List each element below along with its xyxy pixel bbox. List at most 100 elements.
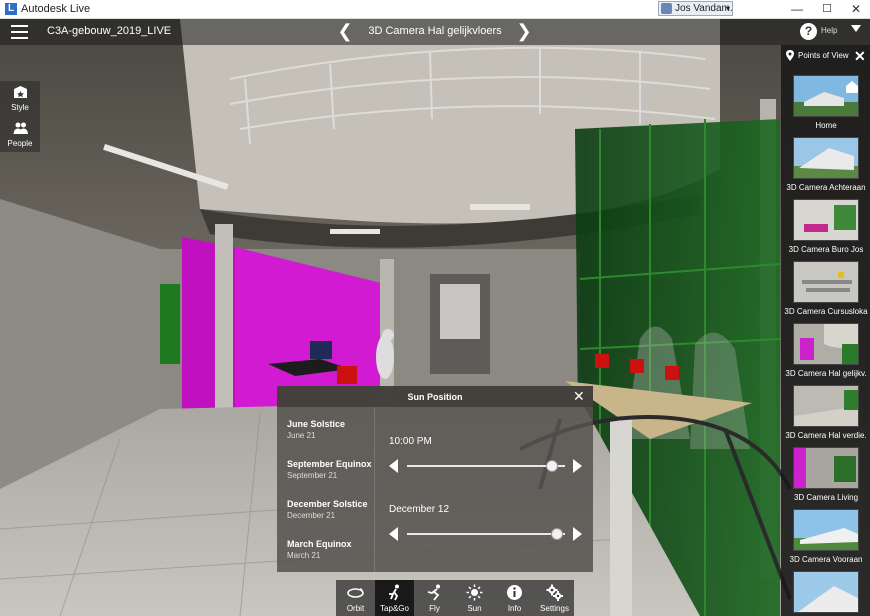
preset-date: December 21 (287, 511, 336, 520)
date-slider[interactable] (389, 527, 585, 541)
pov-thumbnail (793, 509, 859, 551)
hamburger-menu-icon[interactable] (11, 25, 28, 39)
pov-item-living[interactable]: 3D Camera Living (786, 447, 866, 509)
close-sun-panel-button[interactable]: ✕ (573, 388, 585, 405)
tap-go-button[interactable]: Tap&Go (375, 580, 414, 616)
points-of-view-panel: Points of View ✕ Home 3D Camera Achteraa… (781, 45, 870, 616)
style-tool-label: Style (11, 103, 29, 112)
navigation-toolbar: Orbit Tap&Go Fly Sun Info Settings (336, 580, 574, 616)
settings-icon (546, 584, 563, 601)
tap-go-label: Tap&Go (380, 604, 409, 613)
maximize-button[interactable]: ☐ (812, 0, 842, 18)
user-avatar-icon (661, 3, 672, 14)
date-slider-track[interactable] (407, 533, 565, 535)
pov-label: 3D Camera Hal gelijkv. (785, 369, 867, 378)
preset-date: June 21 (287, 431, 316, 440)
date-decrease-arrow-icon[interactable] (389, 527, 398, 541)
style-tool-button[interactable]: Style (0, 81, 40, 115)
3d-viewport[interactable]: C3A-gebouw_2019_LIVE ❮ 3D Camera Hal gel… (0, 19, 870, 616)
pov-item-cursusloka[interactable]: 3D Camera Cursusloka (784, 261, 868, 323)
time-increase-arrow-icon[interactable] (573, 459, 582, 473)
previous-view-button[interactable]: ❮ (337, 21, 353, 41)
pov-thumbnail (793, 261, 859, 303)
date-increase-arrow-icon[interactable] (573, 527, 582, 541)
pov-thumbnail (793, 323, 859, 365)
pov-item-hal-verdieping[interactable]: 3D Camera Hal verdie. (785, 385, 867, 447)
points-of-view-title: Points of View (798, 51, 849, 60)
pov-label: 3D Camera Living (793, 493, 859, 502)
orbit-icon (347, 588, 364, 598)
pov-label: 3D Camera Vooraan (789, 555, 863, 564)
project-title: C3A-gebouw_2019_LIVE (47, 25, 172, 37)
people-tool-button[interactable]: People (0, 117, 40, 151)
info-button[interactable]: Info (495, 580, 534, 616)
preset-september-equinox[interactable]: September Equinox September 21 (287, 459, 375, 493)
pov-thumbnail (793, 571, 859, 613)
user-account-dropdown[interactable]: Jos Vandam... ▾ (658, 1, 733, 16)
preset-june-solstice[interactable]: June Solstice June 21 (287, 419, 375, 453)
style-icon (14, 86, 27, 98)
left-tool-panel: Style People (0, 81, 40, 152)
map-pin-icon (786, 50, 794, 61)
close-points-of-view-button[interactable]: ✕ (854, 48, 866, 65)
pov-label: Home (815, 121, 837, 130)
settings-label: Settings (540, 604, 569, 613)
time-slider-thumb[interactable] (545, 460, 558, 472)
preset-march-equinox[interactable]: March Equinox March 21 (287, 539, 375, 573)
date-slider-thumb[interactable] (551, 528, 564, 540)
next-view-button[interactable]: ❯ (516, 21, 532, 41)
points-of-view-header: Points of View ✕ (781, 45, 870, 67)
minimize-button[interactable]: — (782, 0, 812, 18)
fly-label: Fly (429, 604, 440, 613)
preset-name: December Solstice (287, 499, 368, 509)
window-close-button[interactable]: ✕ (841, 0, 870, 18)
sun-position-header: Sun Position ✕ (277, 386, 593, 407)
preset-name: March Equinox (287, 539, 352, 549)
window-title: Autodesk Live (21, 3, 91, 15)
pov-thumbnail (793, 137, 859, 179)
preset-name: September Equinox (287, 459, 372, 469)
pov-label: 3D Camera Buro Jos (788, 245, 864, 254)
chevron-down-icon: ▾ (725, 4, 730, 13)
time-value: 10:00 PM (389, 436, 432, 447)
pov-label: 3D Camera Hal verdie. (785, 431, 867, 440)
app-top-bar: C3A-gebouw_2019_LIVE ❮ 3D Camera Hal gel… (0, 19, 870, 45)
sun-button[interactable]: Sun (455, 580, 494, 616)
pov-label: 3D Camera Achteraan (786, 183, 866, 192)
fly-icon (427, 584, 440, 601)
orbit-button[interactable]: Orbit (336, 580, 375, 616)
current-view-title: 3D Camera Hal gelijkvloers (368, 25, 502, 37)
sun-position-panel: Sun Position ✕ June Solstice June 21 Sep… (277, 386, 593, 572)
pov-item-buro-jos[interactable]: 3D Camera Buro Jos (786, 199, 866, 261)
sun-preset-list: June Solstice June 21 September Equinox … (277, 407, 375, 572)
sun-position-title: Sun Position (407, 392, 463, 402)
time-slider-track[interactable] (407, 465, 565, 467)
autodesk-live-logo-icon: L (5, 3, 17, 15)
panel-collapse-chevron-icon[interactable] (851, 25, 861, 32)
orbit-label: Orbit (346, 604, 365, 613)
people-tool-label: People (7, 139, 33, 148)
user-name: Jos Vandam... (675, 3, 733, 14)
people-icon (13, 122, 28, 134)
date-value: December 12 (389, 504, 450, 515)
preset-date: September 21 (287, 471, 338, 480)
sun-icon (466, 584, 483, 601)
pov-item-achteraan[interactable]: 3D Camera Achteraan (786, 137, 866, 199)
pov-thumbnail (793, 199, 859, 241)
info-icon (507, 585, 522, 600)
preset-date: March 21 (287, 551, 321, 560)
time-slider[interactable] (389, 459, 585, 473)
pov-item-vooraan[interactable]: 3D Camera Vooraan (786, 509, 866, 571)
preset-december-solstice[interactable]: December Solstice December 21 (287, 499, 375, 533)
pov-item-home[interactable]: Home (786, 75, 866, 137)
pov-thumbnail (793, 447, 859, 489)
pov-item-partial[interactable] (786, 571, 866, 616)
fly-button[interactable]: Fly (415, 580, 454, 616)
tap-go-icon (389, 584, 399, 601)
time-decrease-arrow-icon[interactable] (389, 459, 398, 473)
sun-label: Sun (467, 604, 482, 613)
pov-item-hal-gelijkvloers[interactable]: 3D Camera Hal gelijkv. (785, 323, 867, 385)
help-label: Help (821, 26, 838, 35)
help-icon: ? (800, 23, 817, 40)
settings-button[interactable]: Settings (535, 580, 574, 616)
